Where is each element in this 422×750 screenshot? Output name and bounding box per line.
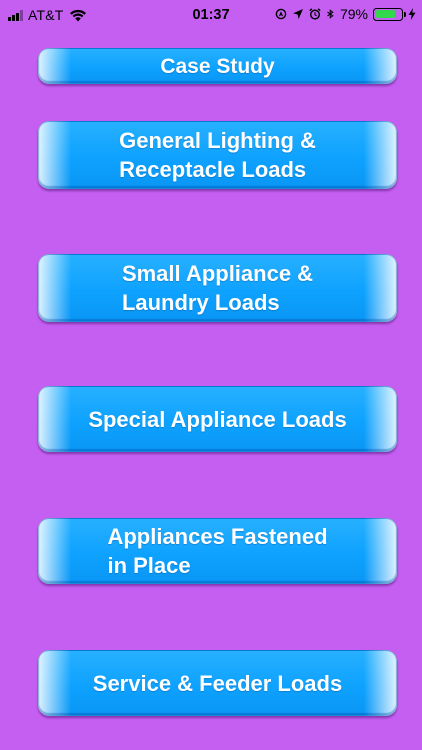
appliances-fastened-in-place-label: Appliances Fastened in Place [107,524,328,578]
small-appliance-laundry-loads-button[interactable]: Small Appliance & Laundry Loads [38,254,397,322]
service-feeder-loads-label: Service & Feeder Loads [92,670,343,696]
location-lock-icon [275,8,287,20]
alarm-icon [309,8,321,20]
appliances-fastened-in-place-button[interactable]: Appliances Fastened in Place [38,518,397,584]
small-appliance-laundry-loads-label: Small Appliance & Laundry Loads [121,261,314,315]
location-arrow-icon [292,9,303,19]
special-appliance-loads-button[interactable]: Special Appliance Loads [38,386,397,452]
battery-level-fill [375,10,395,18]
general-lighting-receptacle-loads-label: General Lighting & Receptacle Loads [119,128,316,182]
status-bar: AT&T 01:37 79% [0,0,422,30]
status-bar-right: 79% [275,6,416,22]
general-lighting-receptacle-loads-button[interactable]: General Lighting & Receptacle Loads [38,121,397,189]
case-study-button[interactable]: Case Study [38,48,397,84]
battery-percent: 79% [339,6,368,22]
service-feeder-loads-button[interactable]: Service & Feeder Loads [38,650,397,716]
bluetooth-icon [327,9,334,19]
charging-bolt-icon [408,8,416,20]
battery-icon [373,7,406,21]
case-study-label: Case Study [160,54,275,78]
special-appliance-loads-label: Special Appliance Loads [88,406,347,432]
